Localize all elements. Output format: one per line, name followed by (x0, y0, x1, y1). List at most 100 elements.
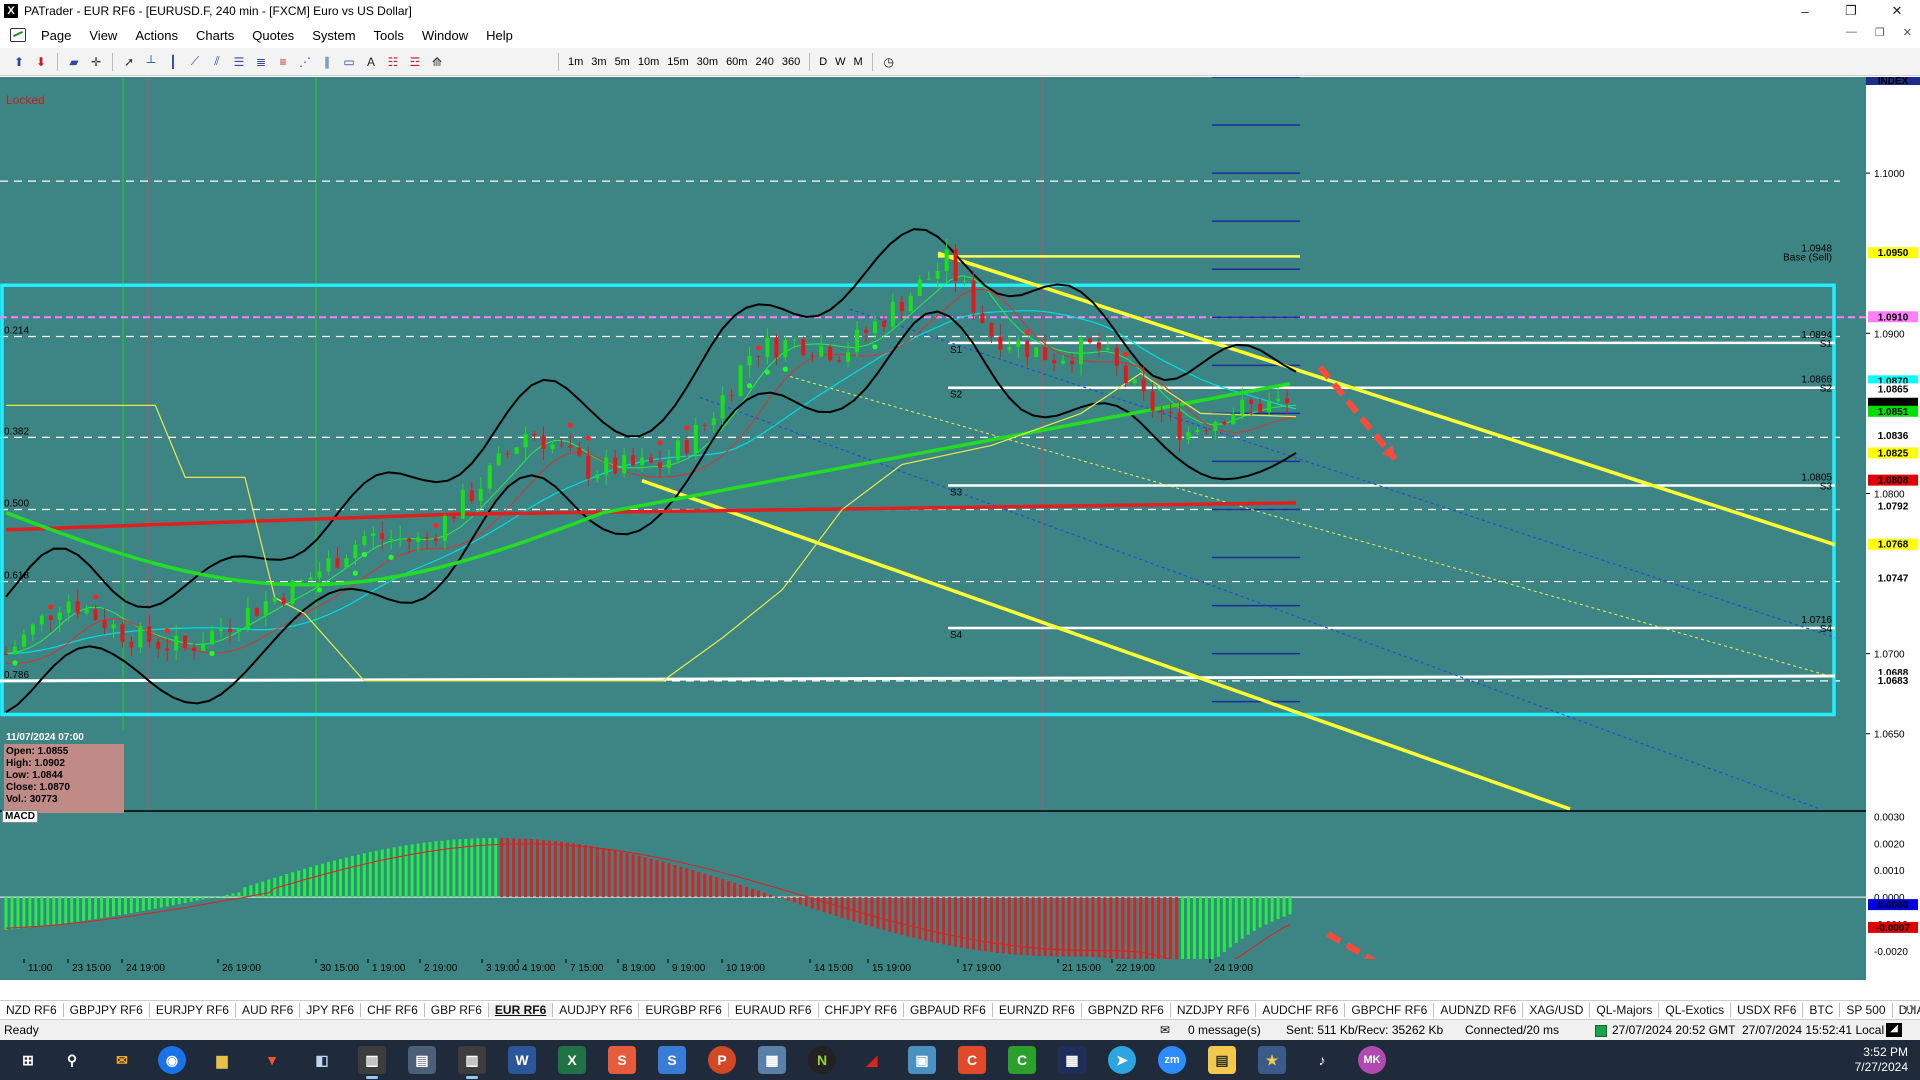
symbol-tab[interactable]: GBPJPY RF6 (64, 1003, 150, 1017)
notes-icon[interactable]: ◧ (308, 1046, 336, 1074)
app-dark-icon[interactable]: ▦ (1058, 1046, 1086, 1074)
start-icon[interactable]: ⊞ (14, 1046, 42, 1074)
clock-icon[interactable]: ◷ (880, 53, 898, 71)
vertical-line-icon[interactable]: ┃ (164, 53, 182, 71)
channel-icon[interactable]: ⫽ (208, 53, 226, 71)
maximize-button[interactable]: ❐ (1828, 0, 1874, 22)
taskbar-clock[interactable]: 3:52 PM 7/27/2024 (1855, 1045, 1908, 1075)
price-chart[interactable]: INDEX0.2140.3820.5000.6180.7861.0948Base… (0, 77, 1920, 980)
symbol-tab[interactable]: QL-Majors (1590, 1003, 1660, 1017)
trading-app-icon[interactable]: N (808, 1046, 836, 1074)
chart-icon[interactable]: ▰ (65, 53, 83, 71)
timeframe-10m[interactable]: 10m (634, 56, 663, 68)
timeframe-1m[interactable]: 1m (564, 56, 587, 68)
app-s-red-icon[interactable]: S (608, 1046, 636, 1074)
fib-fan-icon[interactable]: ≣ (252, 53, 270, 71)
chrome-icon[interactable]: ◉ (158, 1046, 186, 1074)
text-icon[interactable]: A (362, 53, 380, 71)
menu-actions[interactable]: Actions (126, 28, 187, 43)
minimize-button[interactable]: – (1782, 0, 1828, 22)
symbol-tab[interactable]: EUR RF6 (488, 1003, 554, 1017)
menu-system[interactable]: System (303, 28, 364, 43)
symbol-tab[interactable]: NZDJPY RF6 (1171, 1003, 1257, 1017)
telegram-icon[interactable]: ➤ (1108, 1046, 1136, 1074)
profile-avatar[interactable]: MK (1358, 1046, 1386, 1074)
powerpoint-icon[interactable]: P (708, 1046, 736, 1074)
mdi-minimize-button[interactable]: — (1846, 26, 1857, 39)
folder-icon[interactable]: ▆ (208, 1046, 236, 1074)
zoom-icon[interactable]: zm (1158, 1046, 1186, 1074)
pointer-icon[interactable]: ➚ (120, 53, 138, 71)
symbol-tab[interactable]: AUDJPY RF6 (553, 1003, 640, 1017)
app-s-blue-icon[interactable]: S (658, 1046, 686, 1074)
symbol-tab[interactable]: AUDCHF RF6 (1256, 1003, 1346, 1017)
symbol-tab[interactable]: JPY RF6 (300, 1003, 362, 1017)
symbol-tab[interactable]: EURAUD RF6 (729, 1003, 819, 1017)
symbol-tab[interactable]: GBPCHF RF6 (1345, 1003, 1435, 1017)
patrader-taskbar-icon[interactable]: ▥ (358, 1046, 386, 1079)
menu-window[interactable]: Window (413, 28, 477, 43)
rectangle-icon[interactable]: ▭ (340, 53, 358, 71)
tiktok-icon[interactable]: ♪ (1308, 1046, 1336, 1074)
menu-tools[interactable]: Tools (365, 28, 413, 43)
menu-page[interactable]: Page (32, 28, 80, 43)
timeframe-monthly[interactable]: M (850, 56, 867, 68)
symbol-tab[interactable]: QL-Exotics (1659, 1003, 1732, 1017)
symbol-tab[interactable]: AUD RF6 (236, 1003, 301, 1017)
menu-view[interactable]: View (80, 28, 126, 43)
levels-icon[interactable]: ☲ (406, 53, 424, 71)
symbol-tab[interactable]: BTC (1803, 1003, 1841, 1017)
symbol-tab[interactable]: GBP RF6 (425, 1003, 489, 1017)
word-icon[interactable]: W (508, 1046, 536, 1074)
buy-icon[interactable]: ⬆ (10, 53, 28, 71)
patrader-taskbar-icon-2[interactable]: ▥ (458, 1046, 486, 1079)
close-button[interactable]: ✕ (1874, 0, 1920, 22)
status-messages[interactable]: 0 message(s) (1188, 1023, 1261, 1037)
fib-retracement-icon[interactable]: ≡ (274, 53, 292, 71)
symbol-tab[interactable]: NZD RF6 (0, 1003, 64, 1017)
red-app-icon[interactable]: ◢ (858, 1046, 886, 1074)
sell-icon[interactable]: ⬇ (32, 53, 50, 71)
timeframe-360[interactable]: 360 (778, 56, 804, 68)
calculator-icon[interactable]: ▤ (408, 1046, 436, 1074)
sticky-notes-icon[interactable]: ▤ (1208, 1046, 1236, 1074)
excel-icon[interactable]: X (558, 1046, 586, 1074)
menu-quotes[interactable]: Quotes (243, 28, 303, 43)
mdi-restore-button[interactable]: ❐ (1875, 26, 1885, 39)
timeframe-30m[interactable]: 30m (693, 56, 722, 68)
app-c-green-icon[interactable]: C (1008, 1046, 1036, 1074)
tab-scroll-arrows-icon[interactable]: ◂ ▸ (1903, 1003, 1916, 1014)
menu-help[interactable]: Help (477, 28, 522, 43)
symbol-tab[interactable]: USDX RF6 (1731, 1003, 1804, 1017)
timeframe-15m[interactable]: 15m (663, 56, 692, 68)
pivots-icon[interactable]: ☷ (384, 53, 402, 71)
symbol-tab[interactable]: CHF RF6 (361, 1003, 425, 1017)
symbol-tab[interactable]: CHFJPY RF6 (819, 1003, 905, 1017)
mail-icon[interactable]: ✉ (1160, 1023, 1170, 1037)
mail-app-icon[interactable]: ✉ (108, 1046, 136, 1074)
app-c-red-icon[interactable]: C (958, 1046, 986, 1074)
timeframe-240[interactable]: 240 (751, 56, 777, 68)
horizontal-line-icon[interactable]: ┴ (142, 53, 160, 71)
symbol-tab[interactable]: GBPAUD RF6 (904, 1003, 993, 1017)
brave-icon[interactable]: ▼ (258, 1046, 286, 1074)
star-app-icon[interactable]: ★ (1258, 1046, 1286, 1074)
crosshair-icon[interactable]: ✛ (87, 53, 105, 71)
indicator-icon[interactable]: ⟰ (428, 53, 446, 71)
chart-area[interactable]: INDEX 0.214 0.382 0.500 0.618 0.786 1.0948 Base… (0, 77, 1920, 980)
symbol-tab[interactable]: XAG/USD (1523, 1003, 1591, 1017)
media-icon[interactable]: ▦ (758, 1046, 786, 1074)
symbol-tab[interactable]: AUDNZD RF6 (1434, 1003, 1524, 1017)
menu-charts[interactable]: Charts (187, 28, 243, 43)
mdi-close-button[interactable]: ✕ (1903, 26, 1912, 39)
search-icon[interactable]: ⚲ (58, 1046, 86, 1074)
timeframe-3m[interactable]: 3m (587, 56, 610, 68)
symbol-tab[interactable]: EURGBP RF6 (639, 1003, 729, 1017)
signal-icon[interactable]: ◢ (1886, 1023, 1902, 1037)
symbol-tab[interactable]: SP 500 (1840, 1003, 1893, 1017)
symbol-tab[interactable]: EURNZD RF6 (993, 1003, 1082, 1017)
symbol-tab[interactable]: EURJPY RF6 (150, 1003, 236, 1017)
timeframe-60m[interactable]: 60m (722, 56, 751, 68)
gann-icon[interactable]: ⋰ (296, 53, 314, 71)
timeframe-weekly[interactable]: W (831, 56, 849, 68)
